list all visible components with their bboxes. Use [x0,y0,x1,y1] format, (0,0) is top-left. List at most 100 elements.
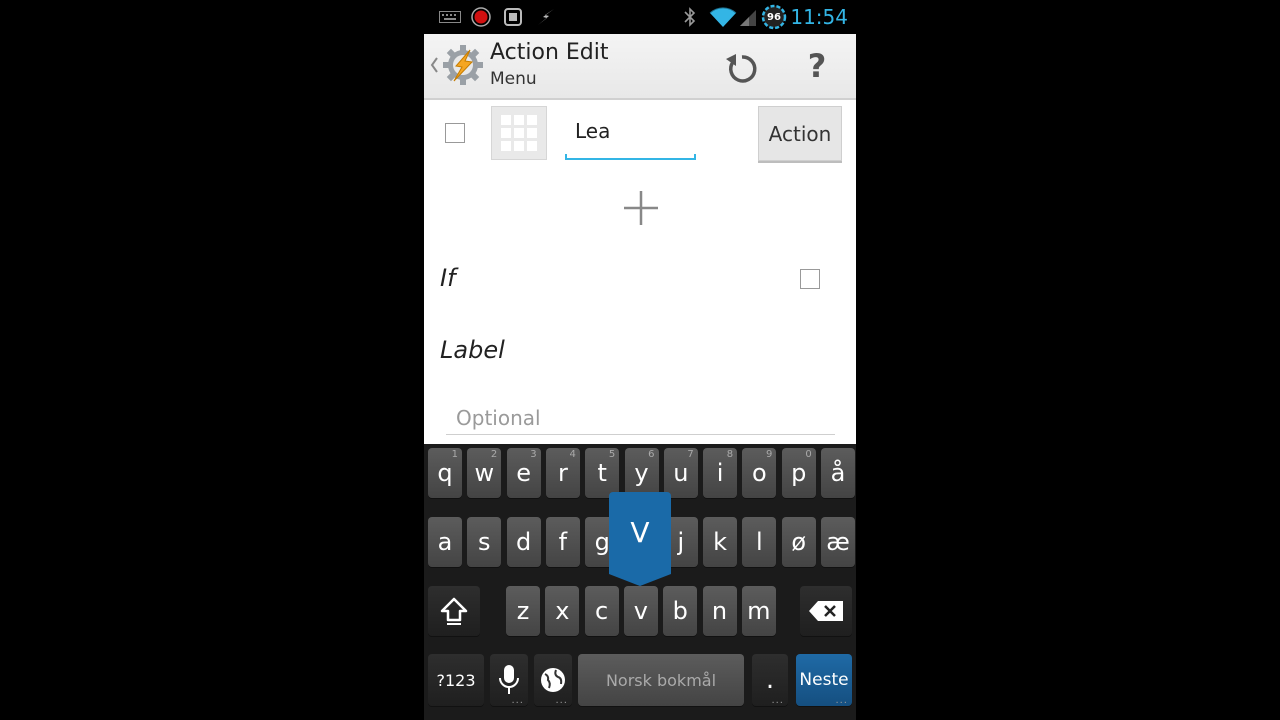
key-f[interactable]: f [545,517,580,567]
key-i-label: i [716,459,724,487]
action-name-input[interactable] [565,108,695,154]
key-t[interactable]: t5 [585,448,620,498]
key-q-hint: 1 [451,449,458,460]
action-name-underline [565,154,696,160]
page-subtitle: Menu [490,69,537,89]
key-a[interactable]: a [428,517,462,567]
if-checkbox[interactable] [800,269,820,289]
space-key-label: Norsk bokmål [605,670,717,690]
key-z-label: z [516,597,530,625]
key-c[interactable]: c [584,586,619,636]
key-å-label: å [830,459,846,487]
record-icon [470,0,492,34]
key-m[interactable]: m [741,586,776,636]
status-clock: 11:54 [790,5,848,29]
key-w[interactable]: w2 [467,448,502,498]
label-input[interactable] [446,400,835,436]
key-y[interactable]: y6 [624,448,659,498]
key-u-label: u [673,459,689,487]
key-n-label: n [711,597,728,625]
keyboard-icon [438,0,462,34]
soft-keyboard: q1w2e3r4t5y6u7i8o9p0å asdfghjkløæ zxcvbn… [424,444,856,720]
shift-icon [440,597,468,625]
grid-icon [501,115,537,151]
key-i-hint: 8 [726,449,734,460]
key-v[interactable]: v [623,586,658,636]
key-u[interactable]: u7 [663,448,698,498]
key-m-label: m [747,597,771,625]
back-chevron-icon[interactable] [428,54,442,78]
icon-picker-button[interactable] [491,106,547,160]
key-x[interactable]: x [545,586,580,636]
key-i[interactable]: i8 [703,448,738,498]
key-preview-popup: V [609,492,671,586]
key-e-label: e [516,459,531,487]
key-r-hint: 4 [569,449,576,460]
key-q[interactable]: q1 [428,448,462,498]
key-o-label: o [752,459,767,487]
wifi-icon [708,0,738,34]
key-p[interactable]: p0 [781,448,816,498]
key-d-label: d [515,528,532,556]
microphone-icon [499,665,519,694]
screenshot-icon [502,0,524,34]
enable-checkbox[interactable] [445,123,465,143]
voice-key-dots: ... [511,695,524,706]
key-s[interactable]: s [467,517,502,567]
language-key-dots: ... [555,695,568,706]
key-f-label: f [558,528,568,556]
key-z[interactable]: z [506,586,540,636]
action-select-button[interactable]: Action [758,106,842,161]
undo-icon[interactable] [722,48,762,88]
key-v-label: v [633,597,648,625]
key-r[interactable]: r4 [545,448,580,498]
help-icon[interactable]: ? [802,46,832,86]
globe-icon [541,668,565,692]
label-heading: Label [440,336,505,364]
key-k[interactable]: k [703,517,738,567]
key-æ[interactable]: æ [821,517,855,567]
space-key[interactable]: Norsk bokmål [578,654,744,706]
key-y-hint: 6 [648,449,655,460]
key-å[interactable]: å [821,448,855,498]
next-key[interactable]: Neste ... [796,654,852,706]
voice-input-key[interactable]: ... [490,654,528,706]
tasker-app-icon[interactable] [442,44,484,86]
key-o[interactable]: o9 [742,448,777,498]
key-s-label: s [478,528,491,556]
key-d[interactable]: d [506,517,541,567]
bluetooth-icon [680,0,700,34]
key-ø[interactable]: ø [781,517,816,567]
period-key[interactable]: . ... [752,654,788,706]
page-title: Action Edit [490,40,609,65]
language-key[interactable]: ... [534,654,572,706]
key-y-label: y [634,459,649,487]
shift-key[interactable] [428,586,480,636]
key-l-label: l [756,528,763,556]
signal-icon [738,0,758,34]
symbols-key-label: ?123 [436,670,476,690]
symbols-key[interactable]: ?123 [428,654,484,706]
key-p-label: p [791,459,807,487]
key-æ-label: æ [826,528,850,556]
key-w-label: w [474,459,495,487]
key-t-label: t [597,459,607,487]
key-b[interactable]: b [663,586,698,636]
add-parameter-icon[interactable] [622,189,660,227]
backspace-key[interactable] [800,586,852,636]
battery-icon: 96 [760,0,788,34]
key-e-hint: 3 [530,449,537,460]
action-editor: Action If Label [424,100,856,444]
period-key-label: . [765,665,775,695]
status-bar: 96 11:54 [424,0,856,34]
backspace-icon [809,601,843,621]
key-e[interactable]: e3 [506,448,541,498]
key-l[interactable]: l [742,517,777,567]
key-u-hint: 7 [687,449,694,460]
key-n[interactable]: n [702,586,737,636]
key-o-hint: 9 [766,449,773,460]
key-g-label: g [594,528,610,556]
key-k-label: k [713,528,728,556]
key-ø-label: ø [791,528,807,556]
key-b-label: b [672,597,688,625]
